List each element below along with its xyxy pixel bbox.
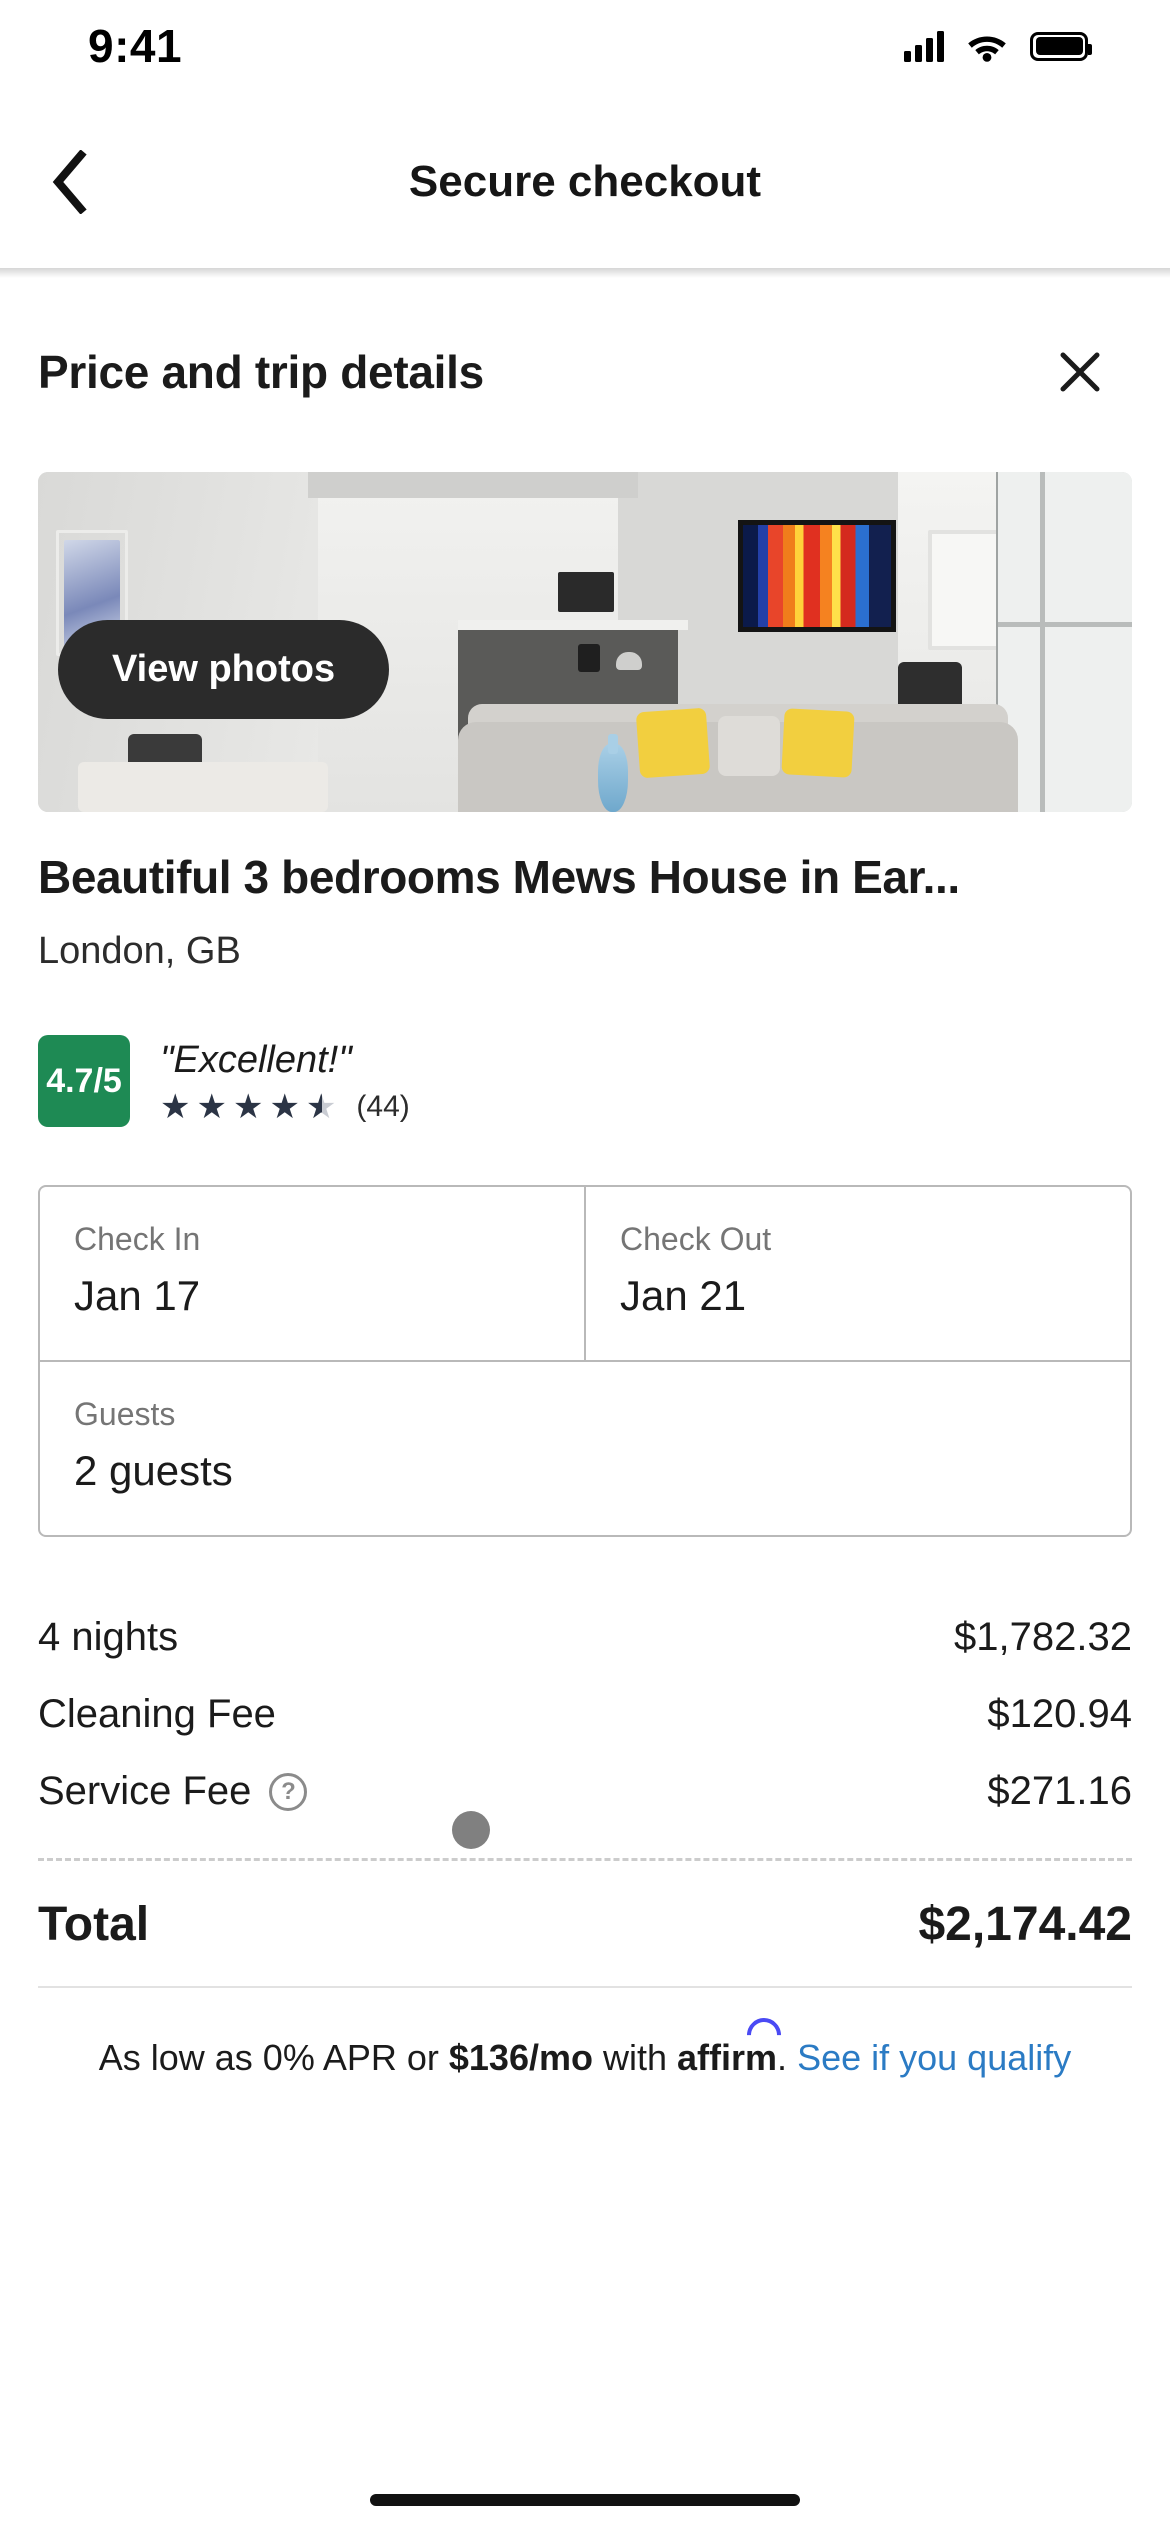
price-row-label-group: Service Fee ?	[38, 1769, 308, 1814]
check-in-cell[interactable]: Check In Jan 17	[40, 1187, 586, 1360]
page-title: Secure checkout	[408, 157, 762, 206]
status-time: 9:41	[88, 20, 183, 72]
star-rating: ★ ★ ★ ★ ★	[160, 1090, 336, 1124]
property-title: Beautiful 3 bedrooms Mews House in Ear..…	[38, 851, 960, 903]
financing-prefix: As low as 0% APR or	[98, 2037, 449, 2078]
help-icon[interactable]: ?	[269, 1772, 308, 1811]
price-row: 4 nights $1,782.32	[38, 1599, 1132, 1676]
price-row-label-group: Cleaning Fee	[38, 1692, 276, 1737]
battery-full-icon	[1030, 31, 1092, 61]
navbar-shadow	[0, 268, 1170, 278]
price-trip-details-sheet: Price and trip details View photos Beaut…	[0, 278, 1170, 2083]
solid-divider	[38, 1986, 1132, 1988]
price-row-label: Service Fee	[38, 1769, 252, 1813]
guests-value: 2 guests	[74, 1447, 233, 1494]
affirm-logo: affirm	[677, 2010, 789, 2083]
booking-details-box: Check In Jan 17 Check Out Jan 21 Guests …	[38, 1185, 1132, 1537]
chevron-left-icon	[52, 150, 87, 214]
status-bar: 9:41	[0, 0, 1170, 92]
star-icon: ★	[232, 1087, 264, 1126]
navigation-bar: Secure checkout	[0, 92, 1170, 272]
price-breakdown: 4 nights $1,782.32 Cleaning Fee $120.94 …	[38, 1599, 1132, 1988]
property-location: London, GB	[38, 930, 241, 972]
view-photos-button[interactable]: View photos	[58, 620, 390, 719]
star-half-icon: ★	[306, 1090, 336, 1124]
check-in-value: Jan 17	[74, 1272, 201, 1319]
price-row-amount: $271.16	[987, 1769, 1132, 1813]
price-row: Service Fee ? $271.16	[38, 1753, 1132, 1830]
wifi-icon	[968, 36, 1006, 62]
sheet-header: Price and trip details	[0, 278, 1170, 404]
total-label: Total	[38, 1898, 150, 1951]
guests-label: Guests	[74, 1396, 176, 1432]
check-out-value: Jan 21	[620, 1272, 747, 1319]
rating-label: "Excellent!"	[160, 1038, 352, 1081]
rating-badge: 4.7/5	[38, 1035, 130, 1127]
check-out-cell[interactable]: Check Out Jan 21	[586, 1187, 1130, 1360]
financing-monthly: $136/mo	[448, 2037, 593, 2078]
see-if-you-qualify-link[interactable]: See if you qualify	[797, 2037, 1071, 2078]
check-in-label: Check In	[74, 1221, 201, 1257]
status-indicators	[904, 30, 1092, 62]
price-row-label-group: 4 nights	[38, 1615, 178, 1660]
rating-stars-row: ★ ★ ★ ★ ★ (44)	[160, 1090, 410, 1124]
rating-section: 4.7/5 "Excellent!" ★ ★ ★ ★ ★ (44)	[38, 1035, 1132, 1127]
star-icon: ★	[160, 1087, 191, 1126]
cellular-signal-icon	[904, 30, 944, 62]
guests-cell[interactable]: Guests 2 guests	[40, 1360, 1130, 1535]
price-row-label: 4 nights	[38, 1615, 179, 1659]
check-out-label: Check Out	[620, 1221, 772, 1257]
financing-with: with	[592, 2037, 678, 2078]
property-photo[interactable]: View photos	[38, 472, 1132, 812]
home-indicator	[370, 2494, 800, 2506]
price-row-label: Cleaning Fee	[38, 1692, 276, 1736]
review-count: (44)	[356, 1089, 410, 1123]
rating-details: "Excellent!" ★ ★ ★ ★ ★ (44)	[160, 1035, 410, 1127]
star-icon: ★	[196, 1087, 227, 1126]
phone-screen: 9:41 Secure checkout Price and trip deta…	[0, 0, 1170, 2532]
price-row: Cleaning Fee $120.94	[38, 1676, 1132, 1753]
price-row-amount: $120.94	[987, 1692, 1132, 1736]
close-icon	[1060, 352, 1100, 392]
dates-row: Check In Jan 17 Check Out Jan 21	[40, 1187, 1130, 1360]
financing-period: .	[777, 2037, 798, 2078]
sheet-title: Price and trip details	[38, 346, 484, 398]
sheet-content: View photos Beautiful 3 bedrooms Mews Ho…	[0, 472, 1170, 2083]
star-icon: ★	[269, 1087, 300, 1126]
back-button[interactable]	[28, 140, 112, 224]
price-row-amount: $1,782.32	[954, 1615, 1132, 1659]
cursor-pointer	[452, 1811, 490, 1849]
close-button[interactable]	[1048, 340, 1112, 404]
financing-message: As low as 0% APR or $136/mo with affirm.…	[38, 2010, 1132, 2083]
total-amount: $2,174.42	[918, 1898, 1132, 1951]
total-row: Total $2,174.42	[38, 1861, 1132, 1986]
